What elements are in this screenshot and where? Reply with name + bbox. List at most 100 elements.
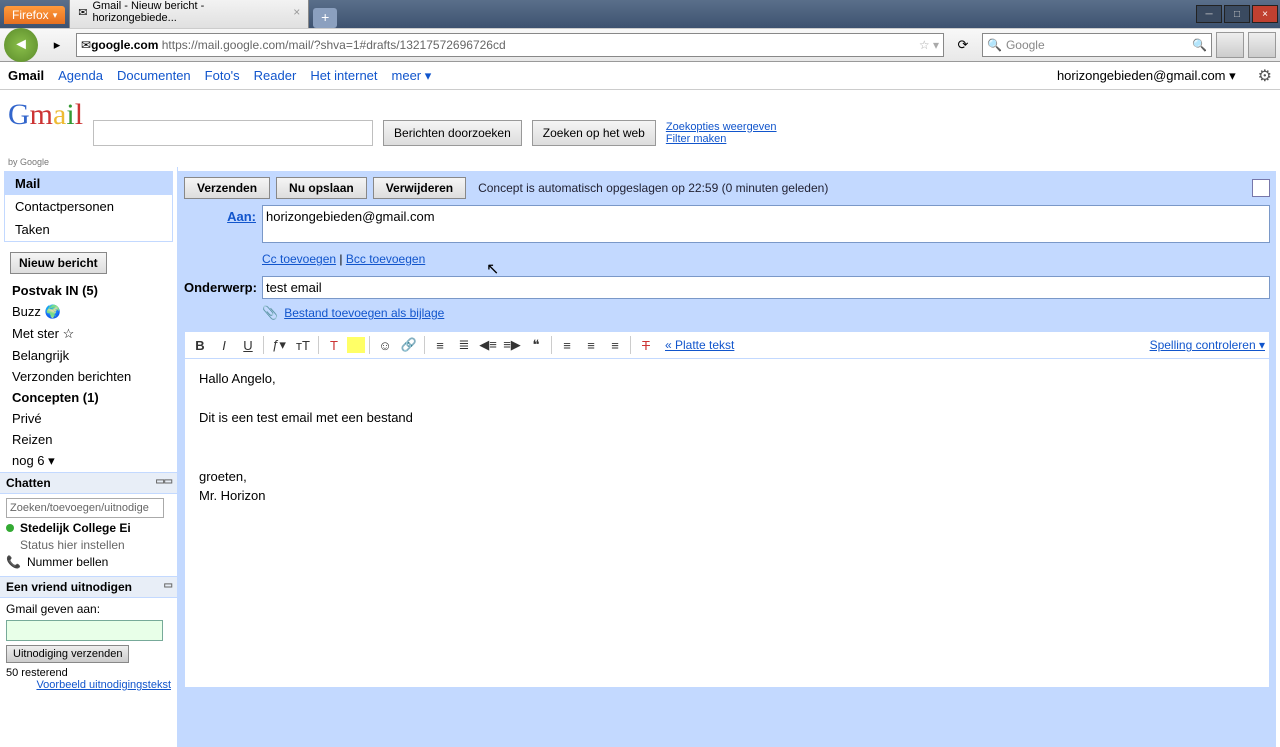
nav-mail[interactable]: Mail — [5, 172, 172, 195]
link-button[interactable]: 🔗 — [398, 334, 420, 356]
browser-search-box[interactable]: 🔍 Google 🔍 — [982, 33, 1212, 57]
align-center-button[interactable]: ≡ — [580, 334, 602, 356]
folder-prive[interactable]: Privé — [12, 408, 177, 429]
sidebar: Mail Contactpersonen Taken Nieuw bericht… — [0, 167, 178, 747]
firefox-menu-button[interactable]: Firefox — [4, 6, 65, 24]
create-filter[interactable]: Filter maken — [666, 133, 777, 145]
browser-navbar: ◄ ▸ ✉ google.com https://mail.google.com… — [0, 28, 1280, 62]
gmail-favicon: ✉ — [78, 6, 87, 19]
folder-more[interactable]: nog 6 ▾ — [12, 450, 177, 472]
bold-button[interactable]: B — [189, 334, 211, 356]
chat-header[interactable]: Chatten▭ ▭ — [0, 472, 177, 494]
gbar-more[interactable]: meer ▾ — [392, 68, 432, 84]
highlight-button[interactable] — [347, 337, 365, 353]
chat-me[interactable]: Stedelijk College Ei — [6, 518, 171, 538]
quote-button[interactable]: ❝ — [525, 334, 547, 356]
add-cc[interactable]: Cc toevoegen — [262, 252, 336, 266]
forward-button[interactable]: ▸ — [42, 31, 72, 59]
reload-button[interactable]: ⟳ — [948, 31, 978, 59]
add-bcc[interactable]: Bcc toevoegen — [346, 252, 425, 266]
send-button[interactable]: Verzenden — [184, 177, 270, 199]
nav-contacts[interactable]: Contactpersonen — [5, 195, 172, 218]
folder-buzz[interactable]: Buzz 🌍 — [12, 301, 177, 323]
to-label[interactable]: Aan: — [227, 209, 256, 224]
folder-reizen[interactable]: Reizen — [12, 429, 177, 450]
save-now-button[interactable]: Nu opslaan — [276, 177, 367, 199]
folder-important[interactable]: Belangrijk — [12, 345, 177, 366]
gbar-agenda[interactable]: Agenda — [58, 68, 103, 83]
phone-icon: 📞 — [6, 555, 21, 569]
url-path: https://mail.google.com/mail/?shva=1#dra… — [162, 38, 506, 52]
align-left-button[interactable]: ≡ — [556, 334, 578, 356]
close-window-button[interactable]: × — [1252, 5, 1278, 23]
invite-sublabel: Gmail geven aan: — [6, 602, 171, 616]
mail-search-input[interactable] — [93, 120, 373, 146]
subject-label: Onderwerp: — [184, 276, 262, 299]
autosave-status: Concept is automatisch opgeslagen op 22:… — [478, 181, 828, 195]
account-email[interactable]: horizongebieden@gmail.com ▾ — [1057, 68, 1236, 84]
italic-button[interactable]: I — [213, 334, 235, 356]
attach-file-link[interactable]: Bestand toevoegen als bijlage — [284, 306, 444, 320]
remove-format-button[interactable]: T — [635, 334, 657, 356]
indent-button[interactable]: ≡▶ — [501, 334, 523, 356]
numbered-list-button[interactable]: ≡ — [429, 334, 451, 356]
chat-call[interactable]: 📞Nummer bellen — [6, 552, 171, 572]
font-button[interactable]: ƒ▾ — [268, 334, 290, 356]
folder-drafts[interactable]: Concepten (1) — [12, 387, 177, 408]
search-web-button[interactable]: Zoeken op het web — [532, 120, 656, 146]
gbar-reader[interactable]: Reader — [254, 68, 297, 83]
underline-button[interactable]: U — [237, 334, 259, 356]
chat-status[interactable]: Status hier instellen — [6, 538, 171, 552]
popout-icon[interactable] — [1252, 179, 1270, 197]
color-button[interactable]: T — [323, 334, 345, 356]
compose-pane: Verzenden Nu opslaan Verwijderen Concept… — [178, 171, 1276, 747]
firefox-titlebar: Firefox ✉ Gmail - Nieuw bericht - horizo… — [0, 0, 1280, 28]
url-bar[interactable]: ✉ google.com https://mail.google.com/mai… — [76, 33, 944, 57]
google-icon: 🔍 — [987, 38, 1002, 52]
paperclip-icon: 📎 — [262, 305, 278, 321]
plain-text-link[interactable]: « Platte tekst — [665, 338, 734, 352]
minimize-button[interactable]: ─ — [1196, 5, 1222, 23]
bullet-list-button[interactable]: ≣ — [453, 334, 475, 356]
subject-input[interactable] — [262, 276, 1270, 299]
gbar-gmail[interactable]: Gmail — [8, 68, 44, 83]
format-toolbar: B I U ƒ▾ тT T ☺ 🔗 ≡ ≣ ◀≡ ≡▶ ❝ ≡ ≡ ≡ T « … — [184, 331, 1270, 358]
gbar-photos[interactable]: Foto's — [205, 68, 240, 83]
chat-search-input[interactable] — [6, 498, 164, 518]
search-mail-button[interactable]: Berichten doorzoeken — [383, 120, 522, 146]
invite-header[interactable]: Een vriend uitnodigen▭ — [0, 576, 177, 598]
new-tab-button[interactable]: + — [313, 8, 337, 28]
settings-gear-icon[interactable]: ⚙ — [1258, 66, 1272, 86]
invite-preview-link[interactable]: Voorbeeld uitnodigingstekst — [6, 679, 171, 691]
back-button[interactable]: ◄ — [4, 28, 38, 62]
gbar-docs[interactable]: Documenten — [117, 68, 191, 83]
to-input[interactable]: horizongebieden@gmail.com — [262, 205, 1270, 243]
browser-tab[interactable]: ✉ Gmail - Nieuw bericht - horizongebiede… — [69, 0, 309, 28]
compose-button[interactable]: Nieuw bericht — [10, 252, 107, 274]
folder-starred[interactable]: Met ster ☆ — [12, 323, 177, 345]
gbar-web[interactable]: Het internet — [310, 68, 377, 83]
search-go-icon[interactable]: 🔍 — [1192, 38, 1207, 52]
spellcheck-link[interactable]: Spelling controleren ▾ — [1150, 338, 1265, 352]
invite-email-input[interactable] — [6, 620, 163, 641]
discard-button[interactable]: Verwijderen — [373, 177, 466, 199]
folder-sent[interactable]: Verzonden berichten — [12, 366, 177, 387]
close-tab-icon[interactable]: × — [293, 5, 300, 19]
size-button[interactable]: тT — [292, 334, 314, 356]
folder-inbox[interactable]: Postvak IN (5) — [12, 280, 177, 301]
home-button[interactable] — [1216, 32, 1244, 58]
emoji-button[interactable]: ☺ — [374, 334, 396, 356]
align-right-button[interactable]: ≡ — [604, 334, 626, 356]
outdent-button[interactable]: ◀≡ — [477, 334, 499, 356]
gmail-logo: Gmailby Google — [8, 98, 83, 167]
send-invite-button[interactable]: Uitnodiging verzenden — [6, 645, 129, 663]
site-favicon: ✉ — [81, 38, 91, 52]
show-search-options[interactable]: Zoekopties weergeven — [666, 121, 777, 133]
maximize-button[interactable]: □ — [1224, 5, 1250, 23]
nav-tabs: Mail Contactpersonen Taken — [4, 171, 173, 242]
presence-dot-icon — [6, 524, 14, 532]
nav-tasks[interactable]: Taken — [5, 218, 172, 241]
message-body[interactable]: Hallo Angelo, Dit is een test email met … — [184, 358, 1270, 688]
bookmark-star-icon[interactable]: ☆ ▾ — [919, 38, 939, 52]
bookmarks-button[interactable] — [1248, 32, 1276, 58]
